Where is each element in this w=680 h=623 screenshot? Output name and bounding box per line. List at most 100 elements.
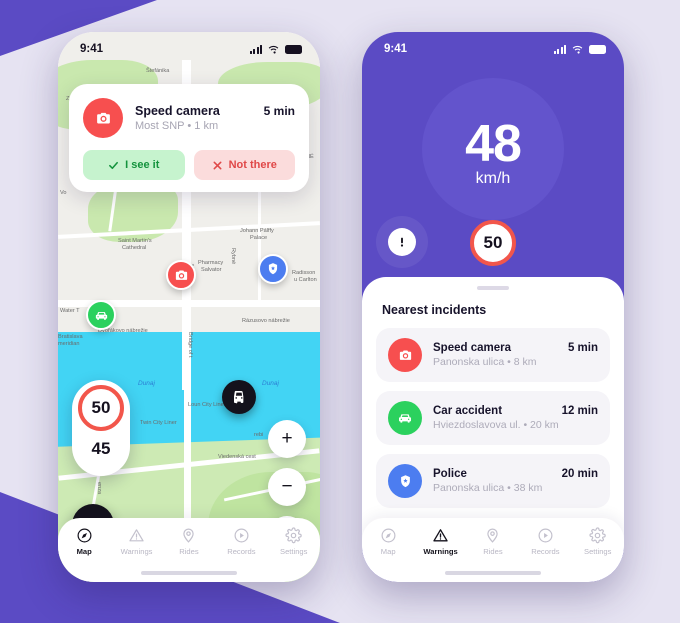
nav-label-rides: Rides bbox=[483, 547, 503, 556]
zoom-in-button[interactable]: + bbox=[268, 420, 306, 458]
deny-button[interactable]: Not there bbox=[193, 150, 295, 180]
incident-eta: 20 min bbox=[561, 468, 598, 480]
speed-camera-icon bbox=[96, 112, 110, 123]
marker-police[interactable] bbox=[258, 254, 288, 284]
sheet-drag-handle[interactable] bbox=[477, 286, 509, 290]
status-bar-right: 9:41 bbox=[362, 32, 624, 62]
nav-item-rides[interactable]: Rides bbox=[165, 527, 213, 556]
car-icon bbox=[234, 390, 244, 404]
wifi-icon bbox=[268, 45, 279, 54]
speed-limit-pill: 50 45 bbox=[72, 380, 130, 476]
warning-triangle-icon bbox=[432, 527, 449, 544]
play-circle-icon bbox=[537, 527, 554, 544]
alert-actions: I see it Not there bbox=[83, 150, 295, 180]
status-bar-left: 9:41 bbox=[58, 32, 320, 62]
warning-triangle-icon bbox=[128, 527, 145, 544]
incident-subtitle: Hviezdoslavova ul. • 20 km bbox=[433, 419, 559, 431]
incident-eta: 5 min bbox=[567, 342, 598, 354]
zoom-out-button[interactable]: − bbox=[268, 468, 306, 506]
nav-item-map[interactable]: Map bbox=[60, 527, 108, 556]
nav-item-rides[interactable]: Rides bbox=[469, 527, 517, 556]
nav-label-map: Map bbox=[380, 547, 396, 556]
list-item[interactable]: Police 20 min Panonska ulica • 38 km bbox=[376, 454, 610, 508]
battery-icon bbox=[589, 44, 606, 54]
gear-icon bbox=[589, 527, 606, 544]
pin-icon bbox=[180, 527, 197, 544]
nav-item-settings[interactable]: Settings bbox=[574, 527, 622, 556]
battery-icon bbox=[285, 44, 302, 54]
phone-right-warnings-screen: 9:41 48 km/h 50 Nearest incidents Speed … bbox=[362, 32, 624, 582]
speed-camera-icon bbox=[399, 350, 411, 360]
nav-label-records: Records bbox=[227, 547, 256, 556]
marker-car-accident[interactable] bbox=[86, 300, 116, 330]
nav-item-map[interactable]: Map bbox=[364, 527, 412, 556]
incident-subtitle: Panonska ulica • 8 km bbox=[433, 356, 537, 368]
compass-icon bbox=[76, 527, 93, 544]
bottom-nav-left: Map Warnings Rides Records Settings bbox=[58, 518, 320, 582]
exclamation-icon bbox=[400, 237, 404, 247]
phone-left-map-screen: Štefánika Za. Zá. Saint Martin's Cathedr… bbox=[58, 32, 320, 582]
home-indicator bbox=[445, 571, 541, 575]
gear-icon bbox=[285, 527, 302, 544]
nearest-incidents-sheet: Nearest incidents Speed camera 5 min Pan… bbox=[362, 277, 624, 582]
play-circle-icon bbox=[233, 527, 250, 544]
car-icon bbox=[399, 414, 411, 423]
marker-my-vehicle[interactable] bbox=[222, 380, 256, 414]
list-item[interactable]: Car accident 12 min Hviezdoslavova ul. •… bbox=[376, 391, 610, 445]
confirm-label: I see it bbox=[125, 159, 160, 171]
speed-limit-sign: 50 bbox=[470, 220, 516, 266]
marker-speed-camera[interactable] bbox=[166, 260, 196, 290]
pin-icon bbox=[484, 527, 501, 544]
alert-subtitle: Most SNP • 1 km bbox=[135, 120, 219, 132]
incident-type-badge bbox=[388, 401, 422, 435]
incident-title: Car accident bbox=[433, 405, 503, 417]
alert-header: Speed camera 5 min Most SNP • 1 km bbox=[83, 98, 295, 138]
nav-label-settings: Settings bbox=[280, 547, 308, 556]
nav-label-rides: Rides bbox=[179, 547, 199, 556]
nav-label-warnings: Warnings bbox=[423, 547, 458, 556]
nav-label-map: Map bbox=[76, 547, 92, 556]
incident-list: Speed camera 5 min Panonska ulica • 8 km… bbox=[376, 328, 610, 508]
speed-unit-label: km/h bbox=[475, 170, 511, 187]
nav-item-settings[interactable]: Settings bbox=[270, 527, 318, 556]
incident-type-badge bbox=[388, 338, 422, 372]
current-speed-value: 45 bbox=[91, 439, 111, 458]
alert-toggle-button[interactable] bbox=[388, 228, 416, 256]
police-badge-icon bbox=[268, 263, 278, 275]
home-indicator bbox=[141, 571, 237, 575]
alert-type-badge bbox=[83, 98, 123, 138]
speed-camera-icon bbox=[175, 270, 187, 280]
bottom-nav-right: Map Warnings Rides Records Settings bbox=[362, 518, 624, 582]
alert-eta: 5 min bbox=[263, 104, 295, 118]
nav-item-records[interactable]: Records bbox=[217, 527, 265, 556]
deny-label: Not there bbox=[228, 159, 277, 171]
nav-label-settings: Settings bbox=[584, 547, 612, 556]
incident-eta: 12 min bbox=[561, 405, 598, 417]
signal-bars-icon bbox=[249, 44, 262, 54]
alert-title: Speed camera bbox=[135, 104, 220, 118]
x-icon bbox=[213, 161, 222, 169]
sheet-title: Nearest incidents bbox=[382, 303, 487, 317]
nav-label-warnings: Warnings bbox=[120, 547, 153, 556]
nav-item-warnings[interactable]: Warnings bbox=[113, 527, 161, 556]
speed-camera-alert-card[interactable]: Speed camera 5 min Most SNP • 1 km I see… bbox=[69, 84, 309, 192]
check-icon bbox=[109, 161, 119, 169]
wifi-icon bbox=[572, 45, 583, 54]
list-item[interactable]: Speed camera 5 min Panonska ulica • 8 km bbox=[376, 328, 610, 382]
confirm-button[interactable]: I see it bbox=[83, 150, 185, 180]
status-time: 9:41 bbox=[384, 43, 408, 55]
speed-limit-sign: 50 bbox=[78, 385, 124, 431]
current-speed-value: 48 bbox=[465, 115, 522, 173]
nav-item-warnings[interactable]: Warnings bbox=[417, 527, 465, 556]
incident-subtitle: Panonska ulica • 38 km bbox=[433, 482, 543, 494]
signal-bars-icon bbox=[553, 44, 566, 54]
nav-label-records: Records bbox=[531, 547, 560, 556]
police-badge-icon bbox=[400, 474, 410, 487]
status-time: 9:41 bbox=[80, 43, 104, 55]
compass-icon bbox=[380, 527, 397, 544]
car-icon bbox=[95, 311, 107, 320]
incident-title: Speed camera bbox=[433, 342, 511, 354]
incident-type-badge bbox=[388, 464, 422, 498]
nav-item-records[interactable]: Records bbox=[521, 527, 569, 556]
incident-title: Police bbox=[433, 468, 467, 480]
